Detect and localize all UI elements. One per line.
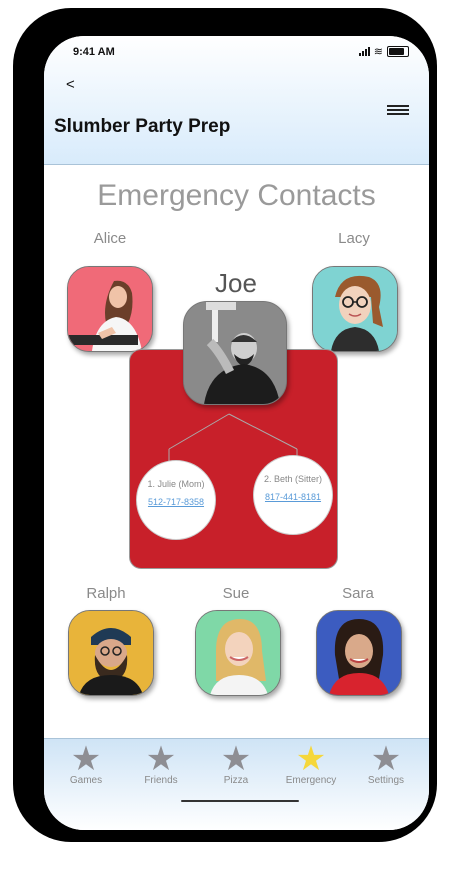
tab-friends[interactable]: ★ Friends	[125, 741, 197, 786]
tab-emergency-label: Emergency	[285, 775, 337, 786]
emergency-contact-2-phone[interactable]: 817-441-8181	[254, 492, 332, 502]
avatar-sue[interactable]	[195, 610, 281, 696]
emergency-contact-2-label: 2. Beth (Sitter)	[263, 474, 323, 484]
star-icon: ★	[220, 740, 252, 778]
tab-bar: ★ Games ★ Friends ★ Pizza ★ Emergency ★ …	[44, 738, 429, 830]
section-title: Emergency Contacts	[97, 179, 376, 212]
phone-screen: 9:41 AM ≋ < Slumber Party Prep Emergency…	[44, 36, 429, 830]
tab-settings[interactable]: ★ Settings	[350, 741, 422, 786]
contact-name-sara: Sara	[342, 585, 374, 602]
star-icon: ★	[70, 740, 102, 778]
emergency-contact-1-label: 1. Julie (Mom)	[147, 479, 205, 489]
avatar-ralph[interactable]	[68, 610, 154, 696]
star-icon: ★	[370, 740, 402, 778]
status-time: 9:41 AM	[73, 46, 115, 58]
contact-name-lacy: Lacy	[338, 230, 370, 247]
battery-icon	[387, 46, 409, 57]
tab-games[interactable]: ★ Games	[50, 741, 122, 786]
contact-name-joe: Joe	[215, 268, 257, 298]
tab-settings-label: Settings	[367, 775, 405, 786]
contact-name-sue: Sue	[222, 585, 250, 602]
avatar-sara[interactable]	[316, 610, 402, 696]
cellular-signal-icon	[358, 47, 370, 56]
home-indicator[interactable]	[181, 800, 299, 802]
tab-friends-label: Friends	[144, 775, 178, 786]
tab-pizza[interactable]: ★ Pizza	[200, 741, 272, 786]
status-icons: ≋	[358, 45, 409, 58]
tab-emergency[interactable]: ★ Emergency	[275, 741, 347, 786]
avatar-alice[interactable]	[67, 266, 153, 352]
contact-name-alice: Alice	[93, 230, 127, 247]
tab-pizza-label: Pizza	[223, 775, 249, 786]
emergency-contact-1-phone[interactable]: 512-717-8358	[137, 497, 215, 507]
contact-name-ralph: Ralph	[86, 585, 126, 602]
star-icon: ★	[295, 740, 327, 778]
navigation-bar: 9:41 AM ≋ < Slumber Party Prep	[44, 36, 429, 165]
emergency-contact-1: 1. Julie (Mom) 512-717-8358	[136, 460, 216, 540]
phone-frame: 9:41 AM ≋ < Slumber Party Prep Emergency…	[13, 8, 437, 842]
emergency-contact-2: 2. Beth (Sitter) 817-441-8181	[253, 455, 333, 535]
wifi-icon: ≋	[373, 45, 383, 58]
tab-games-label: Games	[69, 775, 103, 786]
avatar-joe[interactable]	[183, 301, 287, 405]
star-icon: ★	[145, 740, 177, 778]
hamburger-menu-icon[interactable]	[387, 105, 409, 115]
page-title: Slumber Party Prep	[54, 116, 231, 137]
back-button[interactable]: <	[66, 76, 75, 93]
avatar-lacy[interactable]	[312, 266, 398, 352]
